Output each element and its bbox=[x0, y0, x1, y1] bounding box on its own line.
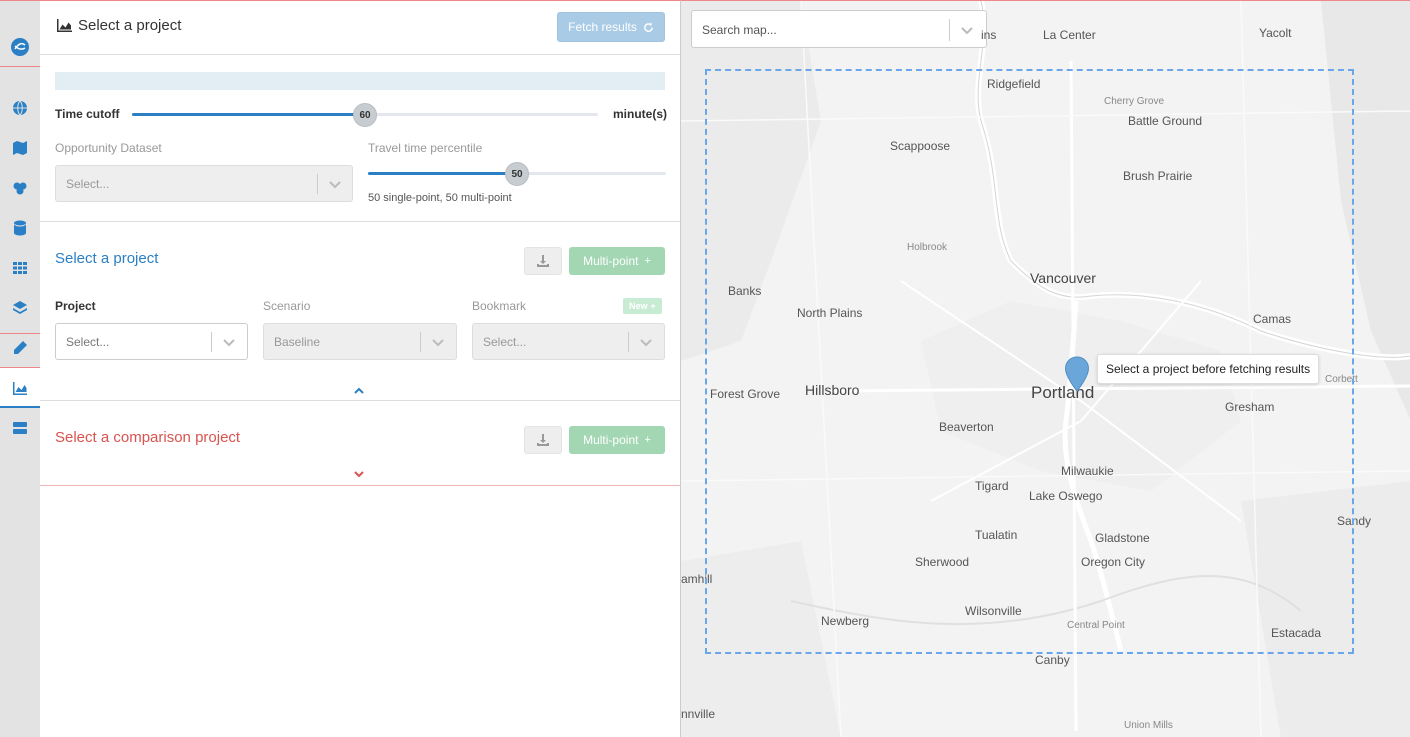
plus-icon: + bbox=[644, 434, 651, 446]
time-cutoff-handle[interactable]: 60 bbox=[353, 103, 377, 127]
scenario-select[interactable]: Baseline bbox=[263, 323, 457, 360]
download-icon bbox=[537, 434, 549, 446]
refresh-icon bbox=[644, 21, 653, 32]
percentile-handle[interactable]: 50 bbox=[505, 162, 529, 186]
opportunity-dataset-label: Opportunity Dataset bbox=[55, 141, 162, 155]
panel-header: Select a project Fetch results bbox=[40, 1, 680, 55]
expand-caret-icon[interactable] bbox=[353, 468, 365, 478]
chevron-down-icon bbox=[640, 336, 652, 348]
project-select[interactable]: Select... bbox=[55, 323, 248, 360]
download-icon bbox=[537, 255, 549, 267]
chevron-down-icon bbox=[432, 336, 444, 348]
comparison-multipoint-button[interactable]: Multi-point + bbox=[569, 426, 665, 454]
map-marker-icon[interactable] bbox=[1064, 356, 1090, 392]
map-label-ins: ins bbox=[981, 28, 997, 42]
opportunity-dataset-select[interactable]: Select... bbox=[55, 165, 353, 202]
chart-icon bbox=[57, 19, 72, 32]
map-icon[interactable] bbox=[0, 128, 40, 168]
map-search-select[interactable]: Search map... bbox=[691, 10, 987, 48]
multipoint-button[interactable]: Multi-point + bbox=[569, 247, 665, 275]
plus-icon: + bbox=[650, 301, 656, 311]
map-label-union-mills: Union Mills bbox=[1124, 720, 1173, 731]
bookmark-select[interactable]: Select... bbox=[472, 323, 665, 360]
time-cutoff-label: Time cutoff bbox=[55, 107, 120, 121]
map-view[interactable]: Search map... ins La Center Yacolt Ridge… bbox=[680, 0, 1410, 737]
time-cutoff-unit: minute(s) bbox=[613, 107, 667, 121]
map-tooltip: Select a project before fetching results bbox=[1097, 354, 1320, 384]
database-icon[interactable] bbox=[0, 208, 40, 248]
pencil-icon[interactable] bbox=[0, 328, 40, 368]
time-cutoff-fill bbox=[132, 113, 365, 116]
modifications-icon[interactable] bbox=[0, 168, 40, 208]
logo-icon[interactable] bbox=[0, 27, 40, 67]
percentile-fill bbox=[368, 172, 517, 175]
scenario-label: Scenario bbox=[263, 299, 311, 313]
grid-icon[interactable] bbox=[0, 248, 40, 288]
new-bookmark-badge[interactable]: New + bbox=[623, 298, 662, 314]
percentile-note: 50 single-point, 50 multi-point bbox=[368, 192, 512, 204]
project-section-title: Select a project bbox=[55, 250, 159, 267]
map-label-yacolt: Yacolt bbox=[1259, 26, 1292, 40]
fetch-results-button[interactable]: Fetch results bbox=[557, 12, 665, 42]
project-label: Project bbox=[55, 299, 96, 313]
chevron-down-icon bbox=[961, 24, 973, 36]
map-label-nnville: nnville bbox=[681, 707, 716, 721]
progress-bar bbox=[55, 72, 665, 90]
map-label-la-center: La Center bbox=[1043, 28, 1096, 42]
layers-icon[interactable] bbox=[0, 288, 40, 328]
download-button[interactable] bbox=[524, 247, 562, 275]
chevron-down-icon bbox=[329, 178, 341, 190]
server-icon[interactable] bbox=[0, 408, 40, 448]
analysis-panel: Select a project Fetch results Time cuto… bbox=[40, 0, 680, 737]
comparison-download-button[interactable] bbox=[524, 426, 562, 454]
bookmark-label: Bookmark bbox=[472, 299, 527, 313]
left-nav bbox=[0, 0, 40, 737]
percentile-label: Travel time percentile bbox=[368, 141, 483, 155]
map-label-canby: Canby bbox=[1035, 653, 1070, 667]
plus-icon: + bbox=[644, 255, 651, 267]
chevron-down-icon bbox=[223, 336, 235, 348]
globe-icon[interactable] bbox=[0, 88, 40, 128]
comparison-section-title: Select a comparison project bbox=[55, 429, 241, 446]
collapse-caret-icon[interactable] bbox=[353, 383, 365, 394]
page-title: Select a project bbox=[78, 17, 182, 34]
chart-icon[interactable] bbox=[0, 368, 40, 408]
